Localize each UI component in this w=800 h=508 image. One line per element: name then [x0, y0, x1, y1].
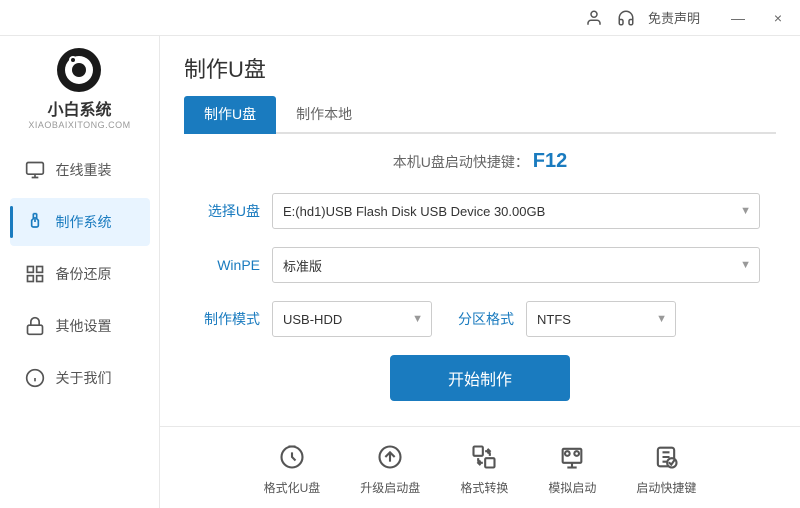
- nav-label-online-reinstall: 在线重装: [56, 160, 112, 180]
- shortcut-prefix: 本机U盘启动快捷键：: [393, 154, 529, 170]
- main-container: 小白系统 XIAOBAIXITONG.COM 在线重装 制作系统: [0, 36, 800, 508]
- select-usb-wrapper: E:(hd1)USB Flash Disk USB Device 30.00GB: [272, 193, 760, 229]
- tool-format-usb[interactable]: 格式化U盘: [264, 441, 321, 496]
- lock-icon: [24, 315, 46, 337]
- select-usb-row: 选择U盘 E:(hd1)USB Flash Disk USB Device 30…: [200, 193, 760, 229]
- select-usb-input[interactable]: E:(hd1)USB Flash Disk USB Device 30.00GB: [272, 193, 760, 229]
- minimize-button[interactable]: —: [724, 4, 752, 32]
- partition-label: 分区格式: [458, 309, 514, 329]
- form-area: 本机U盘启动快捷键： F12 选择U盘 E:(hd1)USB Flash Dis…: [160, 134, 800, 426]
- tab-make-usb[interactable]: 制作U盘: [184, 96, 276, 134]
- nav-label-make-system: 制作系统: [56, 212, 112, 232]
- start-button[interactable]: 开始制作: [390, 355, 570, 401]
- content-header: 制作U盘 制作U盘 制作本地: [160, 36, 800, 134]
- bottom-toolbar: 格式化U盘 升级启动盘: [160, 426, 800, 508]
- shortcut-key: F12: [533, 150, 567, 172]
- winpe-input[interactable]: 标准版: [272, 247, 760, 283]
- partition-wrapper: NTFS: [526, 301, 676, 337]
- sidebar-item-other-settings[interactable]: 其他设置: [10, 302, 150, 350]
- sidebar-item-online-reinstall[interactable]: 在线重装: [10, 146, 150, 194]
- sidebar: 小白系统 XIAOBAIXITONG.COM 在线重装 制作系统: [0, 36, 160, 508]
- nav-label-about-us: 关于我们: [56, 368, 112, 388]
- tabs: 制作U盘 制作本地: [184, 96, 776, 134]
- shortcut-hint: 本机U盘启动快捷键： F12: [200, 150, 760, 173]
- sidebar-item-make-system[interactable]: 制作系统: [10, 198, 150, 246]
- info-icon: [24, 367, 46, 389]
- tool-format-convert[interactable]: 格式转换: [460, 441, 508, 496]
- close-button[interactable]: ×: [764, 4, 792, 32]
- user-icon[interactable]: [584, 8, 604, 28]
- tool-boot-shortcut-label: 启动快捷键: [636, 479, 696, 496]
- sidebar-item-about-us[interactable]: 关于我们: [10, 354, 150, 402]
- tool-simulate-boot[interactable]: 模拟启动: [548, 441, 596, 496]
- logo-text-cn: 小白系统: [47, 96, 111, 120]
- monitor-icon: [24, 159, 46, 181]
- partition-input[interactable]: NTFS: [526, 301, 676, 337]
- logo-area: 小白系统 XIAOBAIXITONG.COM: [28, 46, 130, 130]
- titlebar: 免责声明 — ×: [0, 0, 800, 36]
- simulate-boot-icon: [556, 441, 588, 473]
- logo-icon: [55, 46, 103, 94]
- headphone-icon[interactable]: [616, 8, 636, 28]
- titlebar-icons: 免责声明 — ×: [584, 4, 792, 32]
- make-mode-label: 制作模式: [200, 309, 260, 329]
- make-mode-input[interactable]: USB-HDD: [272, 301, 432, 337]
- tool-format-convert-label: 格式转换: [460, 479, 508, 496]
- tab-make-local[interactable]: 制作本地: [276, 96, 372, 134]
- select-usb-label: 选择U盘: [200, 201, 260, 221]
- content-area: 制作U盘 制作U盘 制作本地 本机U盘启动快捷键： F12 选择U盘 E:(hd…: [160, 36, 800, 508]
- winpe-label: WinPE: [200, 257, 260, 273]
- mode-partition-row: 制作模式 USB-HDD 分区格式 NTFS: [200, 301, 760, 337]
- free-declaration-link[interactable]: 免责声明: [648, 8, 700, 27]
- winpe-row: WinPE 标准版: [200, 247, 760, 283]
- page-title: 制作U盘: [184, 52, 776, 84]
- tool-simulate-boot-label: 模拟启动: [548, 479, 596, 496]
- make-mode-wrapper: USB-HDD: [272, 301, 432, 337]
- logo-text-en: XIAOBAIXITONG.COM: [28, 120, 130, 130]
- grid-icon: [24, 263, 46, 285]
- nav-label-other-settings: 其他设置: [56, 316, 112, 336]
- format-usb-icon: [276, 441, 308, 473]
- winpe-wrapper: 标准版: [272, 247, 760, 283]
- tool-boot-shortcut[interactable]: 启动快捷键: [636, 441, 696, 496]
- tool-upgrade-boot-label: 升级启动盘: [360, 479, 420, 496]
- nav-label-backup-restore: 备份还原: [56, 264, 112, 284]
- upgrade-boot-icon: [374, 441, 406, 473]
- sidebar-item-backup-restore[interactable]: 备份还原: [10, 250, 150, 298]
- tool-format-usb-label: 格式化U盘: [264, 479, 321, 496]
- usb-icon: [24, 211, 46, 233]
- format-convert-icon: [468, 441, 500, 473]
- boot-shortcut-icon: [650, 441, 682, 473]
- tool-upgrade-boot[interactable]: 升级启动盘: [360, 441, 420, 496]
